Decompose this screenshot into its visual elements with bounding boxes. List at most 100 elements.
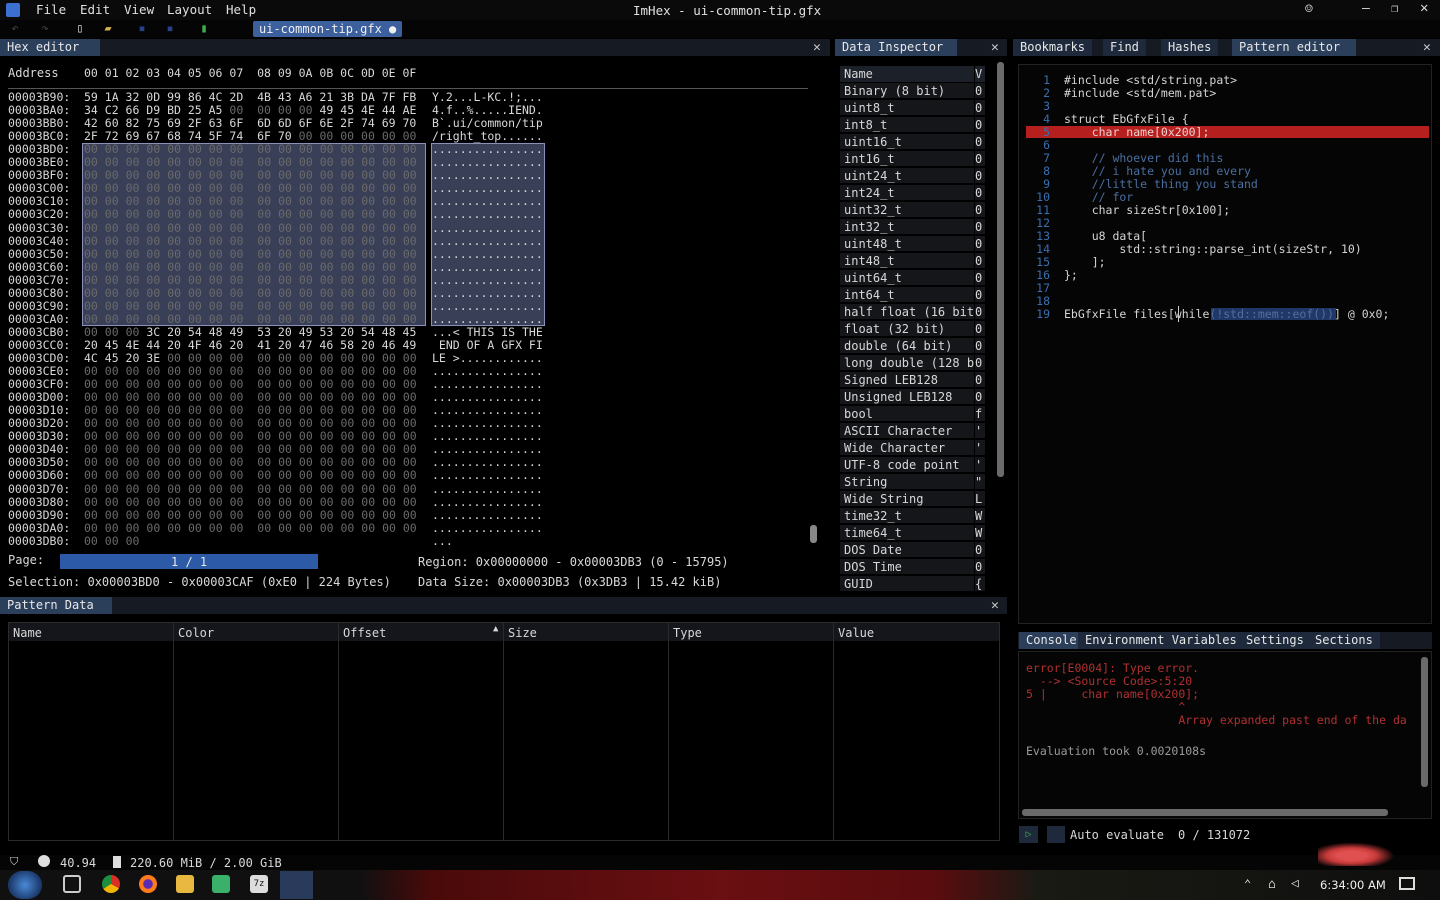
tray-chevron-icon[interactable]: ⌃ bbox=[1244, 877, 1251, 891]
hex-row-bytes[interactable]: 00 00 00 00 00 00 00 00 00 00 00 00 00 0… bbox=[84, 299, 417, 313]
run-button[interactable]: ▷ bbox=[1019, 826, 1038, 843]
hex-row-bytes[interactable]: 00 00 00 00 00 00 00 00 00 00 00 00 00 0… bbox=[84, 286, 417, 300]
hex-row-bytes[interactable]: 00 00 00 00 00 00 00 00 00 00 00 00 00 0… bbox=[84, 234, 417, 248]
tab-hex-editor[interactable]: Hex editor bbox=[0, 39, 100, 56]
pattern-data-table[interactable] bbox=[8, 622, 1000, 841]
hex-row-bytes[interactable]: 00 00 00 00 00 00 00 00 00 00 00 00 00 0… bbox=[84, 195, 417, 208]
inspector-row-name[interactable]: Wide Character bbox=[840, 440, 974, 456]
inspector-row-name[interactable]: UTF-8 code point bbox=[840, 457, 974, 473]
inspector-row-name[interactable]: GUID bbox=[840, 576, 974, 592]
inspector-col-name[interactable]: Name bbox=[840, 66, 974, 82]
new-file-icon[interactable]: ▯ bbox=[73, 21, 87, 35]
hex-row-ascii[interactable]: ................ bbox=[432, 312, 543, 326]
hex-row-bytes[interactable]: 00 00 00 00 00 00 00 00 00 00 00 00 00 0… bbox=[84, 365, 417, 378]
col-color[interactable]: Color bbox=[178, 626, 214, 640]
hex-row-ascii[interactable]: /right_top...... bbox=[432, 130, 543, 143]
hex-row-bytes[interactable]: 42 60 82 75 69 2F 63 6F 6D 6D 6F 6E 2F 7… bbox=[84, 117, 416, 130]
hex-row-bytes[interactable]: 00 00 00 00 00 00 00 00 00 00 00 00 00 0… bbox=[84, 156, 417, 169]
inspector-row-name[interactable]: uint64_t bbox=[840, 270, 974, 286]
firefox-icon[interactable] bbox=[139, 875, 157, 893]
inspector-row-name[interactable]: ASCII Character bbox=[840, 423, 974, 439]
hex-row-ascii[interactable]: ................ bbox=[432, 182, 543, 195]
hex-row-ascii[interactable]: ................ bbox=[432, 156, 543, 169]
inspector-row-name[interactable]: Wide String bbox=[840, 491, 974, 507]
hex-row-ascii[interactable]: ................ bbox=[432, 482, 543, 496]
console-hscrollbar[interactable] bbox=[1022, 809, 1388, 816]
clock[interactable]: 6:34:00 AM bbox=[1320, 878, 1386, 892]
hex-row-ascii[interactable]: ................ bbox=[432, 456, 543, 469]
tab-hashes[interactable]: Hashes bbox=[1161, 39, 1219, 56]
hex-row-ascii[interactable]: END OF A GFX FI bbox=[432, 338, 543, 352]
inspector-scrollbar[interactable] bbox=[997, 62, 1004, 477]
hex-row-ascii[interactable]: LE >............ bbox=[432, 352, 543, 365]
inspector-row-name[interactable]: DOS Time bbox=[840, 559, 974, 575]
col-type[interactable]: Type bbox=[673, 626, 702, 640]
inspector-row-name[interactable]: uint8_t bbox=[840, 100, 974, 116]
notepad-icon[interactable] bbox=[212, 875, 230, 893]
hex-row-bytes[interactable]: 00 00 00 00 00 00 00 00 00 00 00 00 00 0… bbox=[84, 469, 417, 482]
tab-pattern-data[interactable]: Pattern Data bbox=[0, 597, 112, 614]
minimize-button[interactable]: – bbox=[1362, 1, 1370, 16]
hex-row-bytes[interactable]: 00 00 00 00 00 00 00 00 00 00 00 00 00 0… bbox=[84, 169, 417, 182]
close-window-button[interactable]: ✕ bbox=[1420, 0, 1428, 16]
inspector-row-name[interactable]: int8_t bbox=[840, 117, 974, 133]
file-explorer-icon[interactable] bbox=[176, 875, 194, 893]
hex-row-bytes[interactable]: 2F 72 69 67 68 74 5F 74 6F 70 00 00 00 0… bbox=[84, 130, 416, 143]
hex-row-bytes[interactable]: 00 00 00 00 00 00 00 00 00 00 00 00 00 0… bbox=[84, 495, 417, 509]
inspector-row-name[interactable]: bool bbox=[840, 406, 974, 422]
col-value[interactable]: Value bbox=[838, 626, 874, 640]
hex-row-ascii[interactable]: ................ bbox=[432, 221, 543, 235]
tab-environment-variables[interactable]: Environment Variables bbox=[1078, 632, 1244, 649]
menu-view[interactable]: View bbox=[124, 2, 154, 17]
code-line[interactable]: }; bbox=[1064, 269, 1078, 282]
inspector-row-name[interactable]: long double (128 bit) bbox=[840, 355, 974, 371]
code-line[interactable]: char sizeStr[0x100]; bbox=[1064, 204, 1230, 217]
hex-row-bytes[interactable]: 4C 45 20 3E 00 00 00 00 00 00 00 00 00 0… bbox=[84, 352, 417, 365]
hex-row-bytes[interactable]: 00 00 00 00 00 00 00 00 00 00 00 00 00 0… bbox=[84, 182, 417, 195]
save-as-icon[interactable]: ▪ bbox=[163, 21, 177, 35]
tab-find[interactable]: Find bbox=[1103, 39, 1146, 56]
chrome-icon[interactable] bbox=[102, 875, 120, 893]
col-name[interactable]: Name bbox=[13, 626, 42, 640]
hex-row-bytes[interactable]: 00 00 00 00 00 00 00 00 00 00 00 00 00 0… bbox=[84, 482, 417, 496]
hex-row-bytes[interactable]: 00 00 00 00 00 00 00 00 00 00 00 00 00 0… bbox=[84, 312, 417, 326]
hex-row-ascii[interactable]: Y.2...L-KC.!;... bbox=[432, 91, 543, 104]
hex-row-ascii[interactable]: ................ bbox=[432, 404, 543, 417]
tab-bookmarks[interactable]: Bookmarks bbox=[1013, 39, 1093, 56]
right-panel-close-icon[interactable]: ✕ bbox=[1423, 40, 1431, 55]
restore-button[interactable]: ❐ bbox=[1391, 1, 1398, 15]
hex-row-ascii[interactable]: ................ bbox=[432, 234, 543, 248]
inspector-row-name[interactable]: time64_t bbox=[840, 525, 974, 541]
data-inspector-close-icon[interactable]: ✕ bbox=[991, 40, 999, 55]
file-tab[interactable]: ui-common-tip.gfx ● bbox=[253, 21, 403, 37]
tab-sections[interactable]: Sections bbox=[1308, 632, 1380, 649]
col-size[interactable]: Size bbox=[508, 626, 537, 640]
inspector-row-name[interactable]: int48_t bbox=[840, 253, 974, 269]
open-file-icon[interactable]: ▰ bbox=[101, 21, 115, 35]
col-offset[interactable]: Offset bbox=[343, 626, 386, 640]
hex-row-ascii[interactable]: ................ bbox=[432, 143, 543, 156]
hex-row-bytes[interactable]: 00 00 00 00 00 00 00 00 00 00 00 00 00 0… bbox=[84, 273, 417, 287]
hex-row-ascii[interactable]: ................ bbox=[432, 508, 543, 522]
hex-row-bytes[interactable]: 34 C2 66 D9 BD 25 A5 00 00 00 00 49 45 4… bbox=[84, 104, 416, 117]
hex-row-bytes[interactable]: 00 00 00 00 00 00 00 00 00 00 00 00 00 0… bbox=[84, 443, 417, 456]
hex-row-ascii[interactable]: ................ bbox=[432, 260, 543, 274]
hex-row-bytes[interactable]: 20 45 4E 44 20 4F 46 20 41 20 47 46 58 2… bbox=[84, 338, 416, 352]
tab-pattern-editor[interactable]: Pattern editor bbox=[1232, 39, 1356, 56]
inspector-row-name[interactable]: Binary (8 bit) bbox=[840, 83, 974, 99]
hex-row-ascii[interactable]: ................ bbox=[432, 495, 543, 509]
task-view-icon[interactable] bbox=[63, 875, 81, 893]
hex-row-bytes[interactable]: 00 00 00 00 00 00 00 00 00 00 00 00 00 0… bbox=[84, 378, 417, 391]
auto-evaluate-checkbox[interactable] bbox=[1047, 826, 1065, 843]
hex-row-ascii[interactable]: ................ bbox=[432, 208, 543, 221]
start-button-icon[interactable] bbox=[8, 871, 42, 899]
notifications-icon[interactable] bbox=[1399, 877, 1415, 890]
code-line[interactable]: #include <std/mem.pat> bbox=[1064, 87, 1216, 100]
hex-row-ascii[interactable]: ................ bbox=[432, 521, 543, 535]
menu-file[interactable]: File bbox=[36, 2, 66, 17]
bookmark-icon[interactable]: ▮ bbox=[197, 21, 211, 35]
pattern-editor[interactable] bbox=[1018, 64, 1432, 624]
hex-row-ascii[interactable]: ................ bbox=[432, 195, 543, 208]
inspector-row-name[interactable]: Unsigned LEB128 bbox=[840, 389, 974, 405]
hex-row-bytes[interactable]: 00 00 00 bbox=[84, 534, 139, 548]
